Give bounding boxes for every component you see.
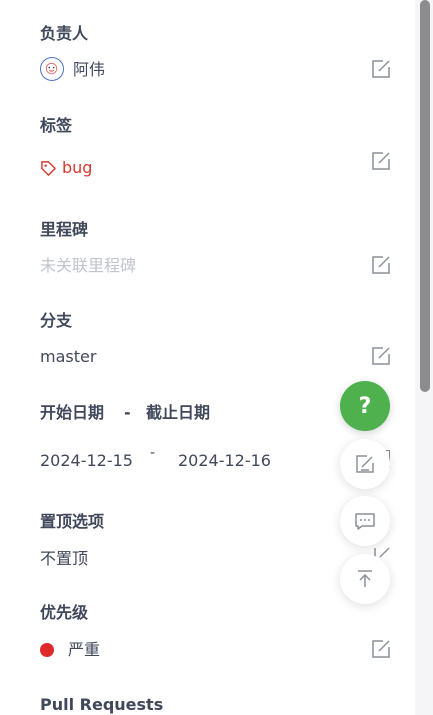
pin-label: 置顶选项 xyxy=(40,512,105,531)
back-to-top-button[interactable] xyxy=(340,554,390,604)
date-range-separator: - xyxy=(150,445,156,461)
edit-note-icon xyxy=(356,455,374,473)
pin-value: 不置顶 xyxy=(40,549,89,568)
pull-requests-label: Pull Requests xyxy=(40,695,164,714)
assignee-avatar xyxy=(40,57,64,81)
label-tag-bug[interactable]: bug xyxy=(62,157,92,179)
priority-color-dot xyxy=(40,643,54,657)
scrollbar-thumb[interactable] xyxy=(420,0,430,392)
labels-label: 标签 xyxy=(40,116,73,135)
priority-value: 严重 xyxy=(68,640,101,659)
edit-milestone-icon[interactable] xyxy=(370,254,392,276)
edit-branch-icon[interactable] xyxy=(370,345,392,367)
branch-label: 分支 xyxy=(40,311,73,330)
start-date-label: 开始日期 xyxy=(40,403,105,422)
assignee-name: 阿伟 xyxy=(73,60,106,79)
chat-button[interactable] xyxy=(340,496,390,546)
priority-label: 优先级 xyxy=(40,603,89,622)
feedback-edit-button[interactable] xyxy=(340,439,390,489)
edit-assignee-icon[interactable] xyxy=(370,58,392,80)
issue-sidebar-panel: 负责人 阿伟 标签 bug 里程碑 未关联里程碑 分支 master 开始日期 … xyxy=(0,0,415,715)
help-icon: ? xyxy=(358,393,372,419)
tag-icon xyxy=(40,160,57,181)
end-date-label: 截止日期 xyxy=(146,403,211,422)
start-date-value[interactable]: 2024-12-15 xyxy=(40,450,133,472)
edit-labels-icon[interactable] xyxy=(370,150,392,172)
milestone-label: 里程碑 xyxy=(40,220,89,239)
branch-value: master xyxy=(40,347,97,366)
arrow-up-to-top-icon xyxy=(358,570,372,587)
end-date-value[interactable]: 2024-12-16 xyxy=(178,450,271,472)
chat-icon xyxy=(355,513,375,530)
assignee-label: 负责人 xyxy=(40,24,89,43)
date-label-separator: - xyxy=(124,403,131,422)
milestone-placeholder: 未关联里程碑 xyxy=(40,256,137,275)
help-button[interactable]: ? xyxy=(340,381,390,431)
edit-priority-icon[interactable] xyxy=(370,638,392,660)
